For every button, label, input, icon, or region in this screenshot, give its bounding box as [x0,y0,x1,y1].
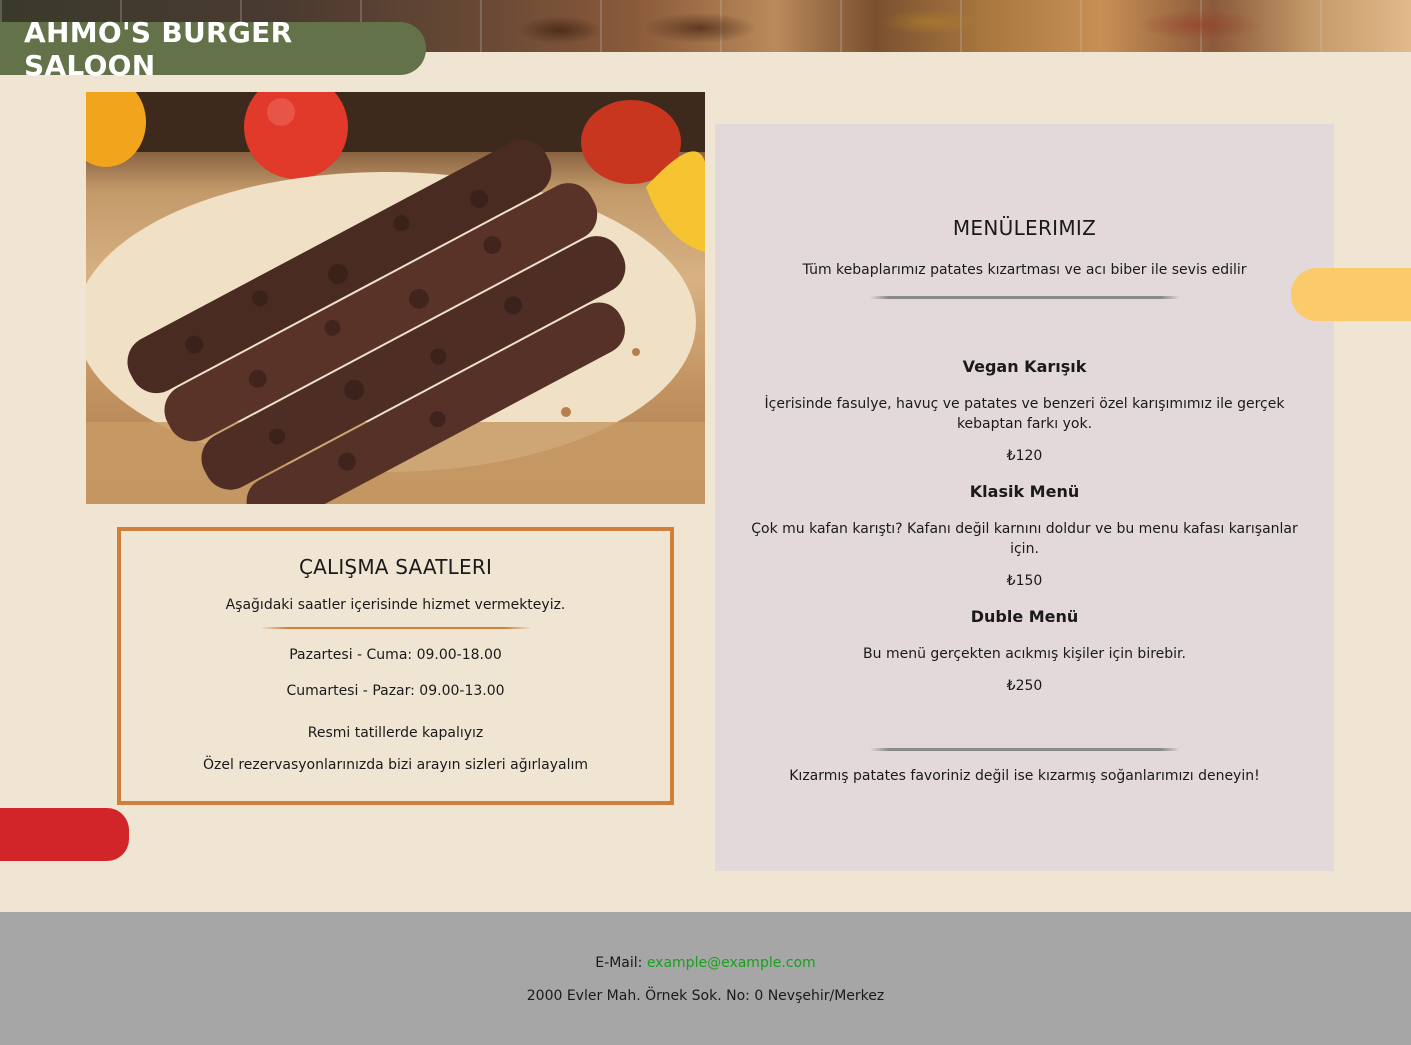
menu-item-name: Duble Menü [970,607,1079,626]
menu-item-price: ₺150 [1006,573,1043,589]
menu-item-name: Klasik Menü [969,482,1080,501]
menu-item: Duble Menü Bu menü gerçekten acıkmış kiş… [715,607,1334,694]
footer-email-line: E-Mail: example@example.com [0,955,1411,971]
menu-outro: Kızarmış patates favoriniz değil ise kız… [789,768,1260,784]
menu-item-price: ₺120 [1006,448,1043,464]
working-hours-box: ÇALIŞMA SAATLERI Aşağıdaki saatler içeri… [117,527,674,805]
menu-item: Vegan Karışık İçerisinde fasulye, havuç … [715,357,1334,464]
kebab-photo [86,92,705,504]
hours-divider [259,627,532,629]
hours-weekdays: Pazartesi - Cuma: 09.00-18.00 [289,647,502,663]
menu-intro: Tüm kebaplarımız patates kızartması ve a… [802,262,1247,278]
hours-weekend: Cumartesi - Pazar: 09.00-13.00 [286,683,505,699]
hours-title: ÇALIŞMA SAATLERI [298,555,493,579]
decorative-red-pill [0,808,129,861]
menu-divider-bottom [869,748,1180,751]
menu-items: Vegan Karışık İçerisinde fasulye, havuç … [715,357,1334,694]
footer-address: 2000 Evler Mah. Örnek Sok. No: 0 Nevşehi… [526,988,885,1004]
brand-tab[interactable]: AHMO'S BURGER SALOON [0,16,426,82]
brand-title[interactable]: AHMO'S BURGER SALOON [24,16,426,82]
menu-item-name: Vegan Karışık [962,357,1087,376]
footer-email-label: E-Mail: [595,955,643,971]
hours-subtitle: Aşağıdaki saatler içerisinde hizmet verm… [225,597,566,613]
menu-title: MENÜLERIMIZ [952,216,1097,240]
menu-divider-top [869,296,1180,299]
menu-item: Klasik Menü Çok mu kafan karıştı? Kafanı… [715,482,1334,589]
footer-email-link[interactable]: example@example.com [647,955,816,971]
decorative-yellow-pill [1291,268,1411,321]
hours-reservations: Özel rezervasyonlarınızda bizi arayın si… [203,757,588,773]
menu-panel: MENÜLERIMIZ Tüm kebaplarımız patates kız… [715,124,1334,871]
menu-item-price: ₺250 [1006,678,1043,694]
menu-item-description: İçerisinde fasulye, havuç ve patates ve … [764,396,1285,432]
hours-holidays: Resmi tatillerde kapalıyız [307,725,484,741]
footer: E-Mail: example@example.com 2000 Evler M… [0,912,1411,1045]
menu-item-description: Çok mu kafan karıştı? Kafanı değil karnı… [751,521,1298,557]
menu-item-description: Bu menü gerçekten acıkmış kişiler için b… [863,646,1186,662]
